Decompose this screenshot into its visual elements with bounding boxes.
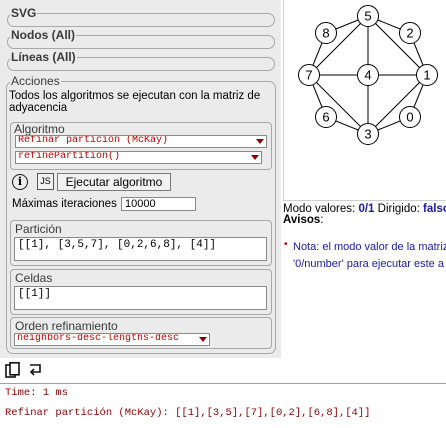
actions-section: Acciones Todos los algoritmos se ejecuta… xyxy=(6,74,276,354)
algorithm-select[interactable]: Refinar partición (McKay) xyxy=(15,135,267,148)
warnings-label: Avisos xyxy=(283,214,321,226)
graph-node-label: 7 xyxy=(305,68,312,83)
graph-svg[interactable]: 5 2 8 7 4 1 6 3 0 xyxy=(284,0,446,200)
warning-note-line: '0/number' para ejecutar este a xyxy=(293,258,444,270)
graph-node-label: 1 xyxy=(423,68,430,83)
graph-node-label: 5 xyxy=(364,9,371,24)
svg-section-title[interactable]: SVG xyxy=(10,7,38,20)
algorithm-dropdown-icon[interactable] xyxy=(256,139,264,144)
warnings-colon: : xyxy=(320,214,324,226)
algorithm-legend: Algoritmo xyxy=(14,122,65,136)
warning-bullet: • xyxy=(284,239,288,250)
graph-node-label: 8 xyxy=(322,26,329,41)
directed-value: falso xyxy=(423,203,446,215)
graph-node-label: 3 xyxy=(364,127,371,142)
run-algorithm-button[interactable]: Ejecutar algoritmo xyxy=(57,173,171,191)
lines-section[interactable]: Líneas (All) xyxy=(7,51,275,71)
graph-edge xyxy=(367,74,428,135)
graph-edge xyxy=(367,15,428,76)
output-panel: Time: 1 ms Refinar partición (McKay): [[… xyxy=(0,383,446,428)
warning-note-line: Nota: el modo valor de la matriz xyxy=(293,241,446,253)
max-iterations-input[interactable]: 10000 xyxy=(121,197,196,211)
cells-fieldset: Celdas [[1]] xyxy=(10,269,272,315)
algorithm-fieldset: Algoritmo Refinar partición (McKay) refi… xyxy=(10,122,272,170)
max-iterations-label: Máximas iteraciones xyxy=(12,198,117,210)
order-legend: Orden refinamiento xyxy=(15,319,118,333)
graph-node-label: 4 xyxy=(364,68,371,83)
method-select[interactable]: refinePartition() xyxy=(15,151,262,164)
lines-section-title[interactable]: Líneas (All) xyxy=(10,51,77,64)
partition-fieldset: Partición [[1], [3,5,7], [0,2,6,8], [4]] xyxy=(10,220,272,266)
js-icon[interactable]: JS xyxy=(37,173,54,190)
cells-textarea[interactable]: [[1]] xyxy=(14,286,267,310)
wrap-icon[interactable] xyxy=(28,362,44,378)
nodes-section[interactable]: Nodos (All) xyxy=(7,29,275,49)
graph-node-label: 0 xyxy=(406,110,413,125)
directed-label: Dirigido: xyxy=(377,203,420,215)
order-select[interactable]: neighbors-desc-lengths-desc xyxy=(14,333,210,346)
order-dropdown-icon[interactable] xyxy=(199,337,207,342)
graph-node-label: 6 xyxy=(322,110,329,125)
graph-canvas[interactable]: 5 2 8 7 4 1 6 3 0 xyxy=(283,0,446,201)
nodes-section-title[interactable]: Nodos (All) xyxy=(10,29,76,42)
actions-note: Todos los algoritmos se ejecutan con la … xyxy=(9,90,261,114)
output-result: Refinar partición (McKay): [[1],[3,5],[7… xyxy=(5,407,371,419)
method-dropdown-icon[interactable] xyxy=(251,155,259,160)
copy-icon[interactable] xyxy=(5,362,20,378)
actions-section-title[interactable]: Acciones xyxy=(10,74,61,88)
graph-node-label: 2 xyxy=(406,26,413,41)
order-fieldset: Orden refinamiento neighbors-desc-length… xyxy=(10,317,272,349)
warning-note: Nota: el modo valor de la matriz '0/numb… xyxy=(293,239,446,273)
left-panel: SVG Nodos (All) Líneas (All) Acciones To… xyxy=(0,0,281,358)
graph-edge xyxy=(308,74,369,135)
info-icon[interactable]: i xyxy=(12,174,28,190)
cells-legend: Celdas xyxy=(15,271,53,285)
mode-value: 0/1 xyxy=(358,203,375,215)
output-time: Time: 1 ms xyxy=(5,387,69,399)
partition-textarea[interactable]: [[1], [3,5,7], [0,2,6,8], [4]] xyxy=(14,237,267,261)
partition-legend: Partición xyxy=(15,222,62,236)
warnings-heading: Avisos: xyxy=(283,214,324,227)
graph-edge xyxy=(308,15,369,76)
svg-section[interactable]: SVG xyxy=(7,7,275,27)
